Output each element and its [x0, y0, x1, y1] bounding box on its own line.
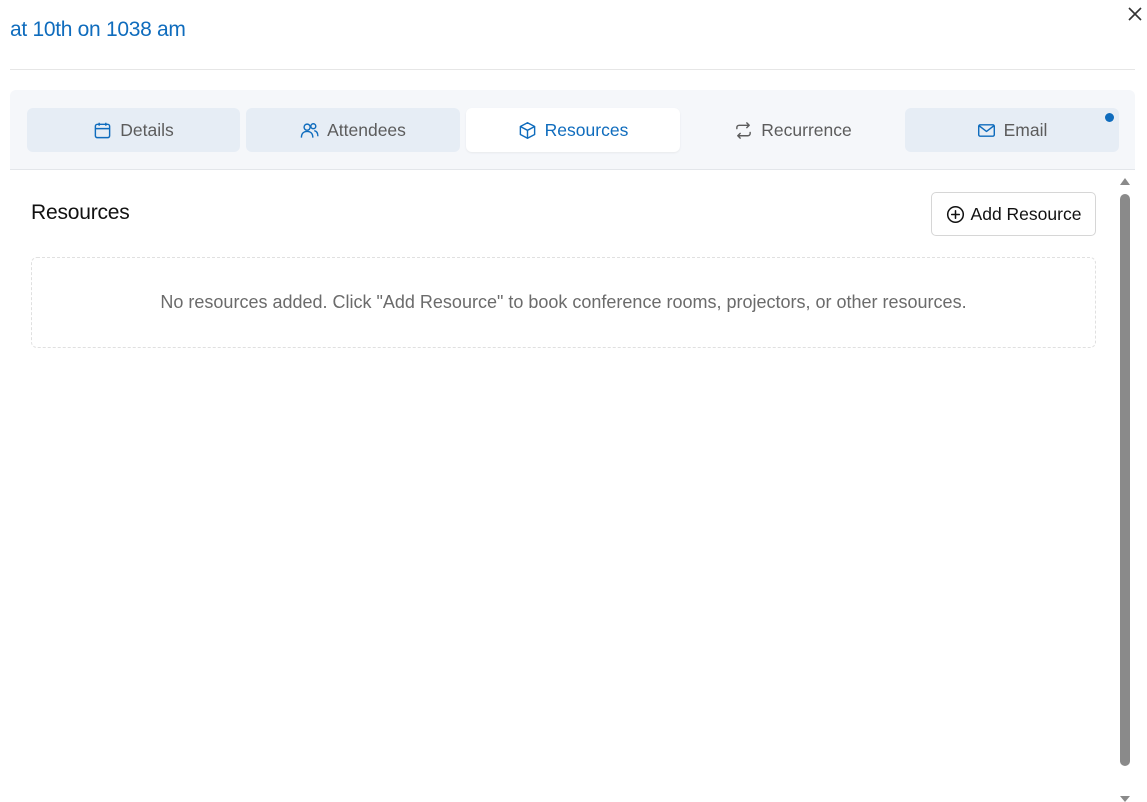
repeat-icon: [736, 121, 752, 139]
tab-resources[interactable]: Resources: [466, 108, 680, 152]
plus-circle-icon: [946, 205, 964, 223]
dialog-title: at 10th on 1038 am: [10, 18, 186, 41]
empty-state-message: No resources added. Click "Add Resource"…: [160, 292, 967, 312]
scrollbar[interactable]: [1118, 172, 1132, 802]
tab-recurrence[interactable]: Recurrence: [686, 108, 900, 152]
tab-label: Resources: [544, 119, 629, 140]
tab-details[interactable]: Details: [27, 108, 240, 152]
empty-state: No resources added. Click "Add Resource"…: [31, 257, 1096, 348]
tab-attendees[interactable]: Attendees: [246, 108, 460, 152]
tab-label: Details: [120, 119, 174, 140]
notification-dot: [1105, 113, 1114, 122]
cube-icon: [519, 121, 536, 139]
add-resource-button[interactable]: Add Resource: [931, 192, 1096, 236]
scroll-up-arrow[interactable]: [1120, 178, 1130, 185]
resources-heading: Resources: [31, 201, 130, 224]
tab-bar: Details Attendees Resources Recurrence E…: [10, 90, 1135, 170]
calendar-icon: [94, 122, 111, 138]
people-icon: [300, 122, 319, 138]
scroll-thumb[interactable]: [1120, 194, 1130, 766]
mail-icon: [977, 123, 995, 137]
close-icon: [1128, 7, 1142, 21]
event-dialog: at 10th on 1038 am Details Attendees Res…: [0, 0, 1147, 802]
tab-email[interactable]: Email: [905, 108, 1119, 152]
tab-label: Recurrence: [761, 119, 852, 140]
header-divider: [10, 69, 1135, 70]
tab-label: Attendees: [327, 119, 406, 140]
scroll-down-arrow[interactable]: [1120, 796, 1130, 802]
add-resource-label: Add Resource: [970, 203, 1082, 224]
tab-label: Email: [1003, 119, 1048, 140]
close-button[interactable]: [1126, 5, 1144, 23]
